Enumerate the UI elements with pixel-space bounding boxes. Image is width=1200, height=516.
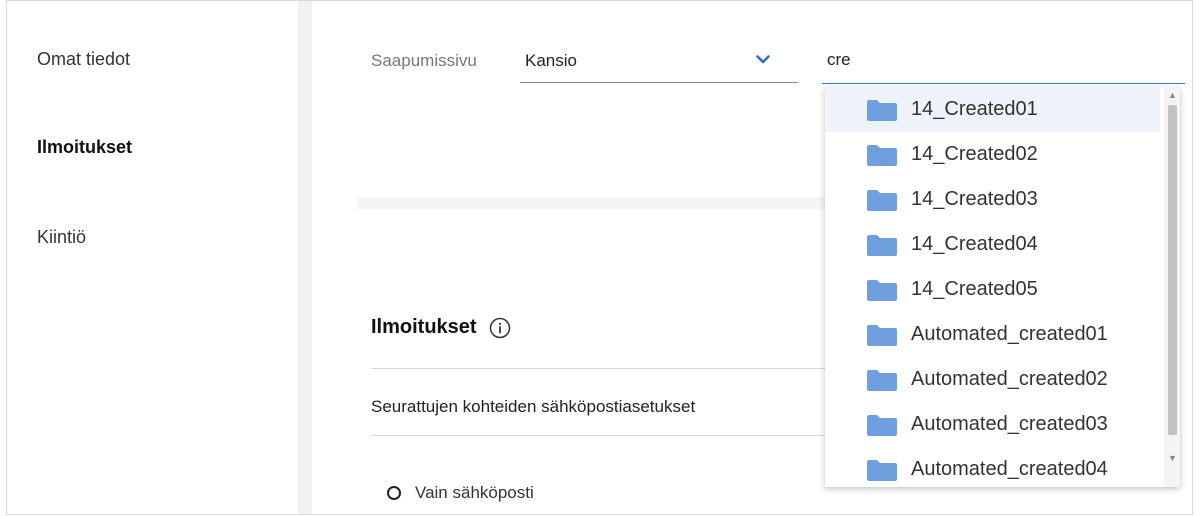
folder-icon (867, 369, 897, 391)
settings-window: Omat tiedot Ilmoitukset Kiintiö Saapumis… (6, 0, 1193, 515)
folder-search-input[interactable] (822, 39, 1185, 84)
list-item-label: 14_Created02 (911, 143, 1038, 165)
list-item-label: Automated_created03 (911, 413, 1108, 435)
list-item[interactable]: Automated_created03 (825, 402, 1160, 447)
list-item-label: 14_Created04 (911, 233, 1038, 255)
list-item-label: 14_Created03 (911, 188, 1038, 210)
scroll-down-icon[interactable]: ▼ (1168, 454, 1177, 463)
folder-suggestions-list: 14_Created01 14_Created02 14_Created03 1… (825, 87, 1160, 487)
list-item-label: Automated_created02 (911, 368, 1108, 390)
scroll-up-icon[interactable]: ▲ (1168, 91, 1177, 100)
folder-icon (867, 459, 897, 481)
folder-icon (867, 414, 897, 436)
email-settings-label: Seurattujen kohteiden sähköpostiasetukse… (371, 397, 696, 416)
list-item[interactable]: Automated_created02 (825, 357, 1160, 402)
folder-suggestions-dropdown: 14_Created01 14_Created02 14_Created03 1… (825, 87, 1180, 487)
radio-email-only[interactable]: Vain sähköposti (387, 483, 534, 503)
chevron-down-icon (756, 55, 770, 64)
list-item[interactable]: Automated_created04 (825, 447, 1160, 487)
folder-icon (867, 144, 897, 166)
list-item-label: Automated_created01 (911, 323, 1108, 345)
folder-icon (867, 99, 897, 121)
folder-icon (867, 189, 897, 211)
list-item[interactable]: 14_Created02 (825, 132, 1160, 177)
section-separator (357, 197, 837, 209)
folder-icon (867, 234, 897, 256)
sidebar-item-notifications[interactable]: Ilmoitukset (37, 137, 132, 158)
radio-email-only-label: Vain sähköposti (415, 483, 534, 502)
list-item[interactable]: 14_Created01 (825, 87, 1160, 132)
folder-icon (867, 324, 897, 346)
folder-icon (867, 279, 897, 301)
radio-button[interactable] (387, 486, 401, 500)
info-icon[interactable] (489, 317, 511, 339)
notifications-section-title: Ilmoitukset (371, 316, 511, 339)
divider-line (371, 368, 831, 369)
list-item[interactable]: 14_Created03 (825, 177, 1160, 222)
list-item[interactable]: Automated_created01 (825, 312, 1160, 357)
sidebar: Omat tiedot Ilmoitukset Kiintiö (7, 1, 297, 514)
sidebar-divider (298, 1, 312, 514)
landing-page-label: Saapumissivu (371, 51, 477, 70)
notifications-title-text: Ilmoitukset (371, 316, 477, 338)
list-item[interactable]: 14_Created04 (825, 222, 1160, 267)
divider-line (371, 435, 831, 436)
list-item[interactable]: 14_Created05 (825, 267, 1160, 312)
dropdown-scrollbar[interactable]: ▲ ▼ (1164, 87, 1180, 487)
sidebar-item-my-info[interactable]: Omat tiedot (37, 49, 130, 70)
list-item-label: 14_Created01 (911, 98, 1038, 120)
list-item-label: Automated_created04 (911, 458, 1108, 480)
scrollbar-thumb[interactable] (1168, 105, 1177, 435)
landing-page-select-value: Kansio (525, 51, 577, 70)
list-item-label: 14_Created05 (911, 278, 1038, 300)
sidebar-item-quota[interactable]: Kiintiö (37, 227, 86, 248)
landing-page-select[interactable]: Kansio (520, 39, 798, 83)
